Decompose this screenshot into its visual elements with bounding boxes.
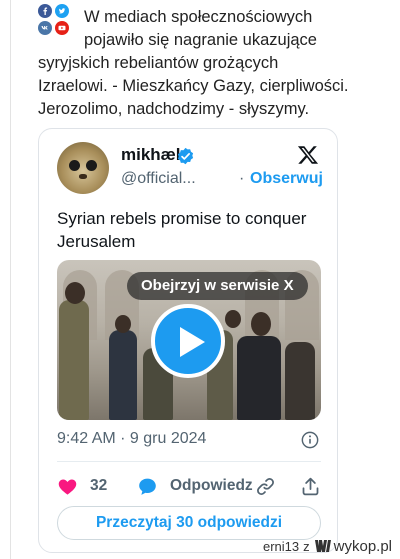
verified-badge-icon xyxy=(177,147,194,165)
post-text-line: pojawiło się nagranie ukazujące xyxy=(84,31,317,49)
info-icon[interactable] xyxy=(301,431,319,449)
play-button[interactable] xyxy=(151,304,225,378)
x-logo-icon[interactable] xyxy=(297,144,319,166)
reply-bubble-icon xyxy=(139,478,156,495)
embedded-tweet-card[interactable]: mikhæl @official... · Obserwuj Syrian re… xyxy=(38,128,338,553)
thread-line xyxy=(10,0,11,559)
footer-user[interactable]: erni13 xyxy=(263,539,299,554)
like-button[interactable]: 32 xyxy=(57,473,107,499)
follow-button[interactable]: Obserwuj xyxy=(250,170,323,188)
footer-separator: z xyxy=(303,538,310,554)
footer-attribution: erni13 z wykop.pl xyxy=(263,536,392,556)
play-icon xyxy=(180,327,205,357)
post-text-line: syryjskich rebeliantów grożących xyxy=(38,54,279,72)
watch-on-x-button[interactable]: Obejrzyj w serwisie X xyxy=(127,272,308,300)
share-icon xyxy=(302,477,319,495)
like-count: 32 xyxy=(90,477,108,494)
tweet-text: Syrian rebels promise to conquer Jerusal… xyxy=(57,209,307,251)
separator-dot: · xyxy=(239,170,245,187)
author-name[interactable]: mikhæl xyxy=(121,145,181,165)
reply-label: Odpowiedz xyxy=(170,477,253,494)
heart-icon xyxy=(58,479,77,495)
video-thumbnail[interactable]: Obejrzyj w serwisie X xyxy=(57,260,321,420)
post-text-line: W mediach społecznościowych xyxy=(84,8,313,26)
author-avatar[interactable] xyxy=(57,142,109,194)
wykop-logo-icon xyxy=(314,540,331,552)
post-text-line: Jerozolimo, nadchodzimy - słyszymy. xyxy=(38,100,310,118)
divider xyxy=(57,461,321,462)
share-button[interactable] xyxy=(300,473,321,499)
footer-brand[interactable]: wykop.pl xyxy=(334,538,392,555)
tweet-timestamp[interactable]: 9:42 AM · 9 gru 2024 xyxy=(57,430,206,448)
post-text-line: Izraelowi. - Mieszkańcy Gazy, cierpliwoś… xyxy=(38,77,349,95)
copy-link-button[interactable] xyxy=(255,473,276,499)
read-replies-button[interactable]: Przeczytaj 30 odpowiedzi xyxy=(57,506,321,540)
tweet-actions: 32 Odpowiedz xyxy=(57,473,321,499)
author-handle[interactable]: @official... xyxy=(121,170,196,188)
reply-button[interactable]: Odpowiedz xyxy=(137,473,253,499)
post-text: W mediach społecznościowych pojawiło się… xyxy=(38,6,390,121)
link-icon xyxy=(257,477,274,495)
